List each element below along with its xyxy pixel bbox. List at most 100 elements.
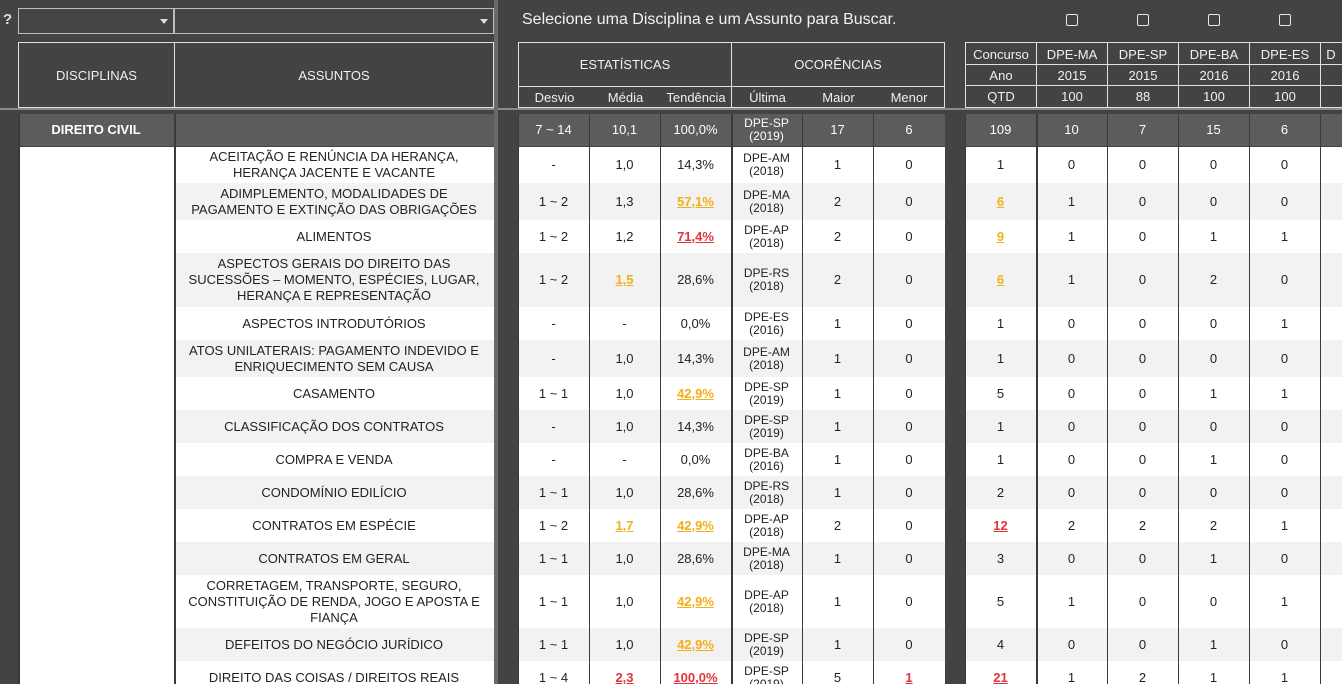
maior-cell: 1 — [833, 636, 842, 652]
table-row[interactable]: CONDOMÍNIO EDILÍCIO 1 ~ 1 1,0 28,6% DPE-RS (2… — [0, 476, 1342, 509]
menor-cell: 0 — [905, 550, 913, 566]
tendencia-cell: 71,4% — [677, 228, 714, 244]
assunto-label: CONDOMÍNIO EDILÍCIO — [261, 484, 407, 500]
desvio-cell: - — [551, 418, 556, 434]
table-row[interactable]: ATOS UNILATERAIS: PAGAMENTO INDEVIDO E E… — [0, 340, 1342, 377]
total-cell: 1 — [996, 315, 1005, 331]
exam-count-cell: 0 — [1138, 157, 1147, 172]
total-cell: 4 — [996, 636, 1005, 652]
media-cell: 1,7 — [615, 517, 634, 533]
maior-cell: 2 — [833, 193, 842, 209]
desvio-cell: - — [551, 315, 556, 331]
desvio-cell: - — [551, 350, 556, 366]
exam-count-cell: 0 — [1067, 636, 1076, 652]
assunto-label: DEFEITOS DO NEGÓCIO JURÍDICO — [225, 636, 443, 652]
total-cell: 5 — [996, 593, 1005, 609]
maior-cell: 17 — [830, 122, 845, 137]
desvio-cell: 1 ~ 2 — [538, 193, 569, 209]
ultima-cell: DPE-SP (2019) — [744, 663, 789, 684]
ultima-cell: DPE-SP (2019) — [744, 116, 789, 143]
total-cell: 1 — [996, 418, 1005, 434]
exam-count-cell: 0 — [1209, 157, 1218, 172]
table-row[interactable]: CORRETAGEM, TRANSPORTE, SEGURO, CONSTITU… — [0, 575, 1342, 628]
media-cell: 1,0 — [615, 418, 634, 434]
ultima-cell: DPE-AP (2018) — [744, 511, 789, 539]
column-divider — [873, 114, 874, 684]
exam-count-cell: 0 — [1280, 418, 1289, 434]
desvio-cell: 1 ~ 2 — [538, 517, 569, 533]
media-cell: 1,2 — [615, 228, 634, 244]
exam-count-cell: 0 — [1138, 315, 1147, 331]
media-cell: 1,0 — [615, 484, 634, 500]
exam-count-cell: 1 — [1067, 228, 1076, 244]
exam-count-cell: 0 — [1209, 193, 1218, 209]
assunto-label: ATOS UNILATERAIS: PAGAMENTO INDEVIDO E E… — [189, 342, 479, 374]
column-divider — [802, 114, 803, 684]
column-divider — [518, 114, 519, 684]
assunto-label: ACEITAÇÃO E RENÚNCIA DA HERANÇA, HERANÇA… — [209, 149, 459, 180]
ultima-cell: DPE-ES (2016) — [744, 309, 789, 337]
exam-count-cell: 0 — [1067, 418, 1076, 434]
column-divider — [1249, 114, 1250, 684]
total-cell: 1 — [996, 451, 1005, 467]
total-cell: 21 — [993, 669, 1008, 684]
table-row[interactable]: DEFEITOS DO NEGÓCIO JURÍDICO 1 ~ 1 1,0 42,9… — [0, 628, 1342, 661]
ultima-cell: DPE-AM (2018) — [743, 344, 790, 372]
exam-count-cell: 0 — [1280, 350, 1289, 366]
exam-count-cell: 0 — [1067, 451, 1076, 467]
ultima-cell: DPE-SP (2019) — [744, 630, 789, 658]
total-cell: 2 — [996, 484, 1005, 500]
exam-count-cell: 0 — [1067, 350, 1076, 366]
exam-count-cell: 1 — [1209, 669, 1218, 684]
maior-cell: 1 — [833, 593, 842, 609]
table-row[interactable]: ADIMPLEMENTO, MODALIDADES DE PAGAMENTO E… — [0, 183, 1342, 220]
menor-cell: 0 — [905, 418, 913, 434]
table-row[interactable]: ALIMENTOS 1 ~ 2 1,2 71,4% DPE-AP (2018) 2 0 9 1 0 1… — [0, 220, 1342, 253]
assunto-label: CLASSIFICAÇÃO DOS CONTRATOS — [224, 418, 444, 434]
table-row[interactable]: ASPECTOS GERAIS DO DIREITO DAS SUCESSÕES… — [0, 253, 1342, 307]
tendencia-cell: 42,9% — [677, 517, 714, 533]
exam-count-cell: 1 — [1209, 550, 1218, 566]
exam-count-cell: 1 — [1280, 315, 1289, 331]
media-cell: 2,3 — [615, 669, 634, 684]
menor-cell: 0 — [905, 228, 913, 244]
column-divider — [731, 114, 733, 684]
exam-count-cell: 0 — [1138, 484, 1147, 500]
pane-divider[interactable] — [494, 0, 498, 684]
desvio-cell: 1 ~ 2 — [538, 228, 569, 244]
exam-count-cell: 0 — [1138, 193, 1147, 209]
ultima-cell: DPE-BA (2016) — [744, 445, 789, 473]
assunto-label: CORRETAGEM, TRANSPORTE, SEGURO, CONSTITU… — [188, 577, 480, 625]
table-row[interactable]: CLASSIFICAÇÃO DOS CONTRATOS - 1,0 14,3% DPE-… — [0, 410, 1342, 443]
table-row[interactable]: CONTRATOS EM GERAL 1 ~ 1 1,0 28,6% DPE-MA (20… — [0, 542, 1342, 575]
media-cell: - — [622, 451, 627, 467]
exam-count-cell: 0 — [1138, 636, 1147, 652]
tendencia-cell: 14,3% — [677, 157, 714, 172]
table-row[interactable]: CASAMENTO 1 ~ 1 1,0 42,9% DPE-SP (2019) 1 0 5 0 0 1… — [0, 377, 1342, 410]
assunto-label: DIREITO DAS COISAS / DIREITOS REAIS — [208, 669, 460, 684]
table-row[interactable]: CONTRATOS EM ESPÉCIE 1 ~ 2 1,7 42,9% DPE-AP(… — [0, 509, 1342, 542]
maior-cell: 1 — [833, 350, 842, 366]
media-cell: - — [622, 315, 627, 331]
assunto-label: COMPRA E VENDA — [275, 451, 393, 467]
ultima-cell: DPE-AM (2018) — [743, 151, 790, 178]
table-row[interactable]: ASPECTOS INTRODUTÓRIOS - - 0,0% DPE-ES (2016)… — [0, 307, 1342, 340]
exam-count-cell: 7 — [1138, 122, 1147, 137]
total-cell: 1 — [996, 157, 1005, 172]
maior-cell: 1 — [833, 385, 842, 401]
media-cell: 1,5 — [615, 272, 634, 287]
exam-count-cell: 1 — [1209, 385, 1218, 401]
total-cell: 3 — [996, 550, 1005, 566]
exam-count-cell: 0 — [1280, 484, 1289, 500]
maior-cell: 1 — [833, 418, 842, 434]
group-row[interactable]: DIREITO CIVIL 7 ~ 14 10,1 100,0% DPE-SP (2019… — [0, 114, 1342, 146]
ultima-cell: DPE-RS (2018) — [743, 478, 790, 506]
desvio-cell: 1 ~ 4 — [538, 669, 569, 684]
tendencia-cell: 42,9% — [677, 385, 714, 401]
exam-count-cell: 1 — [1280, 385, 1289, 401]
table-row[interactable]: ACEITAÇÃO E RENÚNCIA DA HERANÇA, HERANÇA… — [0, 147, 1342, 183]
desvio-cell: 1 ~ 1 — [538, 636, 569, 652]
menor-cell: 0 — [905, 315, 913, 331]
table-row[interactable]: DIREITO DAS COISAS / DIREITOS REAIS 1 ~ 4… — [0, 661, 1342, 684]
table-row[interactable]: COMPRA E VENDA - - 0,0% DPE-BA (2016) 1 0 1 0 0 1 0 — [0, 443, 1342, 476]
